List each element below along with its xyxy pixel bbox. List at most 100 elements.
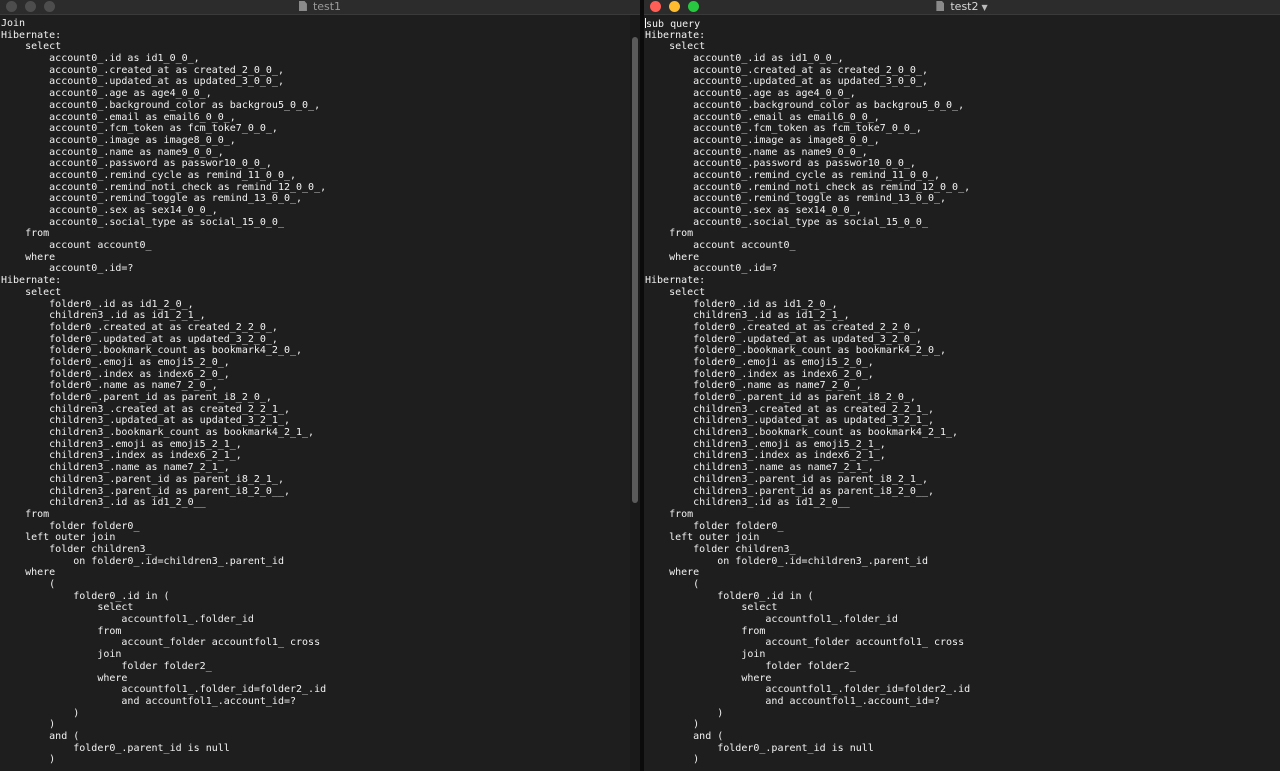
- line-text: folder0_.created_at as created_2_2_0_,: [1, 321, 278, 333]
- line-text: account0_.fcm_token as fcm_toke7_0_0_,: [645, 123, 922, 135]
- text-content[interactable]: sub query Hibernate: select account0_.id …: [644, 18, 1280, 771]
- line-text: where: [645, 567, 700, 579]
- scrollbar-thumb[interactable]: [632, 37, 638, 503]
- text-line: account0_.social_type as social_15_0_0_: [645, 217, 1280, 229]
- text-line: left outer join: [1, 532, 640, 544]
- line-text: folder0_.emoji as emoji5_2_0_,: [1, 356, 230, 368]
- chevron-down-icon[interactable]: ▼: [981, 3, 987, 12]
- text-content[interactable]: Join Hibernate: select account0_.id as id…: [0, 18, 640, 771]
- line-text: account0_.remind_toggle as remind_13_0_0…: [645, 193, 947, 205]
- line-text: accountfol1_.folder_id: [645, 614, 898, 626]
- text-line: account0_.email as email6_0_0_,: [645, 112, 1280, 124]
- line-text: account0_.email as email6_0_0_,: [645, 111, 880, 123]
- editor-window-test2[interactable]: test2 ▼ sub query Hibernate: select accoun…: [644, 0, 1280, 771]
- line-text: accountfol1_.folder_id=folder2_.id: [1, 684, 327, 696]
- line-text: folder0_.id as id1_2_0_,: [645, 298, 838, 310]
- text-line: Join: [1, 18, 640, 30]
- line-text: account0_.sex as sex14_0_0_,: [645, 205, 862, 216]
- text-line: folder0_.updated_at as updated_3_2_0_,: [645, 334, 1280, 346]
- line-text: children3_.index as index6_2_1_,: [1, 450, 242, 462]
- text-line: children3_.updated_at as updated_3_2_1_,: [645, 415, 1280, 427]
- text-line: account account0_: [1, 240, 640, 252]
- line-text: account0_.background_color as backgrou5_…: [645, 99, 965, 111]
- text-line: account0_.name as name9_0_0_,: [645, 147, 1280, 159]
- text-line: folder folder0_: [645, 521, 1280, 533]
- text-line: account0_.background_color as backgrou5_…: [1, 100, 640, 112]
- text-line: children3_.created_at as created_2_2_1_,: [1, 404, 640, 416]
- text-line: folder0_.bookmark_count as bookmark4_2_0…: [1, 345, 640, 357]
- title-bar[interactable]: test1: [0, 0, 640, 15]
- text-line: children3_.bookmark_count as bookmark4_2…: [1, 427, 640, 439]
- title-bar[interactable]: test2 ▼: [644, 0, 1280, 15]
- text-line: ): [645, 708, 1280, 720]
- text-line: account_folder accountfol1_ cross: [645, 637, 1280, 649]
- text-line: children3_.id as id1_2_0__: [1, 497, 640, 509]
- text-line: account0_.id as id1_0_0_,: [645, 53, 1280, 65]
- line-text: account0_.background_color as backgrou5_…: [1, 99, 321, 111]
- text-line: account0_.id=?: [1, 263, 640, 275]
- text-line: account0_.name as name9_0_0_,: [1, 147, 640, 159]
- line-text: children3_.parent_id as parent_i8_2_0__,: [645, 485, 934, 497]
- text-line: folder0_.id in (: [645, 591, 1280, 603]
- text-line: and accountfol1_.account_id=?: [1, 696, 640, 708]
- line-text: folder0_.index as index6_2_0_,: [645, 368, 874, 380]
- line-text: folder0_.id as id1_2_0_,: [1, 298, 194, 310]
- line-text: folder0_.emoji as emoji5_2_0_,: [645, 356, 874, 368]
- line-text: Join: [1, 18, 26, 29]
- text-line: folder folder0_: [1, 521, 640, 533]
- line-text: and accountfol1_.account_id=?: [1, 695, 297, 707]
- line-text: account0_.created_at as created_2_0_0_,: [1, 64, 284, 76]
- text-line: where: [1, 567, 640, 579]
- line-text: Hibernate:: [1, 29, 62, 41]
- line-text: account0_.password as passwor10_0_0_,: [645, 158, 916, 170]
- line-text: from: [1, 228, 50, 240]
- text-line: join: [1, 649, 640, 661]
- text-line: and accountfol1_.account_id=?: [645, 696, 1280, 708]
- line-text: account0_.id=?: [1, 263, 134, 275]
- line-text: folder0_.index as index6_2_0_,: [1, 368, 230, 380]
- line-text: account0_.remind_cycle as remind_11_0_0_…: [645, 169, 941, 181]
- window-title-text: test1: [312, 0, 342, 13]
- line-text: children3_.bookmark_count as bookmark4_2…: [1, 427, 315, 439]
- text-line: and (: [1, 731, 640, 743]
- text-line: from: [645, 228, 1280, 240]
- text-line: children3_.name as name7_2_1_,: [1, 462, 640, 474]
- text-line: on folder0_.id=children3_.parent_id: [645, 556, 1280, 568]
- line-text: children3_.bookmark_count as bookmark4_2…: [645, 427, 959, 439]
- line-text: folder children3_: [1, 543, 152, 555]
- text-line: account0_.remind_cycle as remind_11_0_0_…: [645, 170, 1280, 182]
- document-icon: [936, 1, 945, 11]
- text-line: account0_.fcm_token as fcm_toke7_0_0_,: [1, 123, 640, 135]
- text-line: account0_.fcm_token as fcm_toke7_0_0_,: [645, 123, 1280, 135]
- line-text: folder0_.name as name7_2_0_,: [645, 380, 862, 392]
- scrollbar[interactable]: [630, 15, 640, 771]
- line-text: children3_.id as id1_2_0__: [1, 497, 206, 509]
- text-line: folder folder2_: [645, 661, 1280, 673]
- text-line: left outer join: [645, 532, 1280, 544]
- text-line: account_folder accountfol1_ cross: [1, 637, 640, 649]
- text-line: accountfol1_.folder_id=folder2_.id: [645, 684, 1280, 696]
- text-line: children3_.updated_at as updated_3_2_1_,: [1, 415, 640, 427]
- line-text: folder children3_: [645, 543, 796, 555]
- text-line: children3_.parent_id as parent_i8_2_1_,: [1, 474, 640, 486]
- text-line: folder0_.created_at as created_2_2_0_,: [645, 322, 1280, 334]
- window-title[interactable]: test2 ▼: [644, 0, 1280, 15]
- line-text: children3_.id as id1_2_1_,: [645, 310, 850, 322]
- line-text: account0_.remind_toggle as remind_13_0_0…: [1, 193, 303, 205]
- line-text: accountfol1_.folder_id: [1, 614, 254, 626]
- text-line: folder0_.name as name7_2_0_,: [1, 380, 640, 392]
- line-text: children3_.parent_id as parent_i8_2_1_,: [645, 473, 928, 485]
- text-line: (: [645, 579, 1280, 591]
- line-text: on folder0_.id=children3_.parent_id: [645, 555, 928, 567]
- line-text: account0_.updated_at as updated_3_0_0_,: [645, 76, 928, 88]
- line-text: account0_.image as image8_0_0_,: [645, 134, 880, 146]
- text-line: children3_.emoji as emoji5_2_1_,: [1, 439, 640, 451]
- line-text: ): [1, 707, 80, 719]
- line-text: select: [1, 41, 62, 53]
- line-text: folder0_.bookmark_count as bookmark4_2_0…: [1, 345, 303, 357]
- editor-window-test1[interactable]: test1 Join Hibernate: select account0_.id…: [0, 0, 640, 771]
- line-text: children3_.created_at as created_2_2_1_,: [1, 403, 290, 415]
- text-line: ): [645, 719, 1280, 731]
- line-text: ): [645, 719, 700, 731]
- line-text: ): [645, 707, 724, 719]
